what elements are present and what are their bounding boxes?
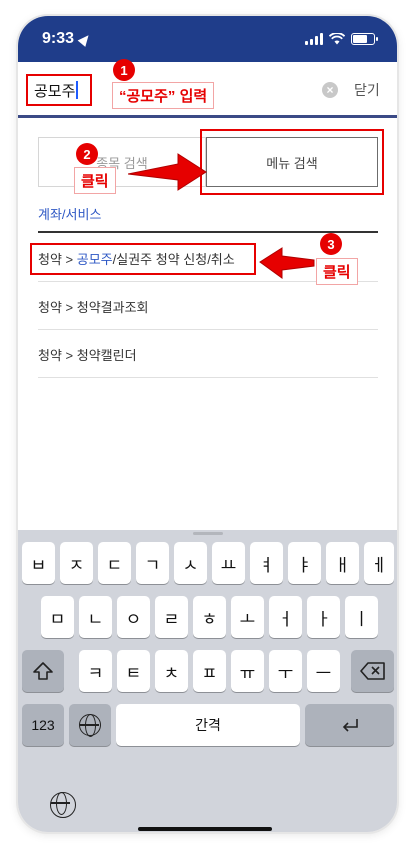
step-2-badge: 2: [76, 143, 98, 165]
shift-icon: [33, 662, 53, 680]
globe-icon: [79, 714, 101, 737]
key[interactable]: ㅏ: [307, 596, 340, 638]
shift-key[interactable]: [22, 650, 64, 692]
key[interactable]: ㅓ: [269, 596, 302, 638]
highlight-box-menu-search: [200, 129, 384, 195]
step-1-label: “공모주” 입력: [112, 82, 215, 109]
key[interactable]: ㅌ: [117, 650, 150, 692]
clear-circle-icon[interactable]: ×: [322, 82, 338, 98]
key[interactable]: ㅡ: [307, 650, 340, 692]
step-1-badge: 1: [113, 59, 135, 81]
delete-key[interactable]: [351, 650, 394, 692]
return-icon: [342, 719, 358, 732]
arrow-right-icon: [128, 153, 207, 191]
battery-icon: [351, 33, 378, 45]
home-indicator: [138, 827, 272, 831]
key[interactable]: ㄷ: [98, 542, 131, 584]
keyboard-switch-button[interactable]: [50, 792, 76, 818]
key[interactable]: ㅑ: [288, 542, 321, 584]
key[interactable]: ㅕ: [250, 542, 283, 584]
key[interactable]: ㅛ: [212, 542, 245, 584]
key[interactable]: ㅍ: [193, 650, 226, 692]
wifi-icon: [329, 33, 345, 45]
return-key[interactable]: [305, 704, 394, 746]
list-item[interactable]: 청약 > 청약캘린더: [38, 332, 378, 378]
globe-icon: [50, 792, 76, 818]
close-button[interactable]: 닫기: [354, 80, 380, 100]
key[interactable]: ㅠ: [231, 650, 264, 692]
status-bar: 9:33: [18, 16, 397, 62]
key[interactable]: ㅜ: [269, 650, 302, 692]
key[interactable]: ㅇ: [117, 596, 150, 638]
key[interactable]: ㅋ: [79, 650, 112, 692]
status-icons: [305, 33, 378, 45]
step-3-badge: 3: [320, 233, 342, 255]
key[interactable]: ㅐ: [326, 542, 359, 584]
key[interactable]: ㅁ: [41, 596, 74, 638]
highlight-box-result: [30, 243, 256, 275]
key[interactable]: ㅅ: [174, 542, 207, 584]
search-input-value: 공모주: [34, 82, 76, 100]
delete-backspace-icon: [359, 662, 385, 680]
globe-key[interactable]: [69, 704, 111, 746]
space-key[interactable]: 간격: [116, 704, 300, 746]
arrow-left-icon: [259, 247, 315, 279]
section-title: 계좌/서비스: [38, 207, 102, 222]
key[interactable]: ㅎ: [193, 596, 226, 638]
list-item[interactable]: 청약 > 청약결과조회: [38, 284, 378, 330]
key[interactable]: ㅊ: [155, 650, 188, 692]
keyboard-handle: [193, 532, 223, 535]
numbers-key[interactable]: 123: [22, 704, 64, 746]
key[interactable]: ㅗ: [231, 596, 264, 638]
key[interactable]: ㄹ: [155, 596, 188, 638]
cellular-signal-icon: [305, 33, 323, 45]
text-caret: [76, 81, 79, 99]
keyboard: ㅂ ㅈ ㄷ ㄱ ㅅ ㅛ ㅕ ㅑ ㅐ ㅔ ㅁ ㄴ ㅇ ㄹ ㅎ ㅗ ㅓ ㅏ ㅣ ㅋ …: [18, 530, 397, 832]
key[interactable]: ㅈ: [60, 542, 93, 584]
key[interactable]: ㅣ: [345, 596, 378, 638]
key[interactable]: ㄴ: [79, 596, 112, 638]
list-item-label: 청약 > 청약결과조회: [38, 300, 149, 315]
search-input[interactable]: 공모주: [26, 74, 92, 106]
step-3-label: 클릭: [316, 258, 358, 285]
step-2-label: 클릭: [74, 167, 116, 194]
key[interactable]: ㅔ: [364, 542, 394, 584]
status-time-group: 9:33: [42, 30, 93, 48]
status-time: 9:33: [42, 30, 75, 47]
list-item-label: 청약 > 청약캘린더: [38, 348, 137, 363]
key[interactable]: ㅂ: [22, 542, 55, 584]
key[interactable]: ㄱ: [136, 542, 169, 584]
location-arrow-icon: [77, 31, 93, 47]
